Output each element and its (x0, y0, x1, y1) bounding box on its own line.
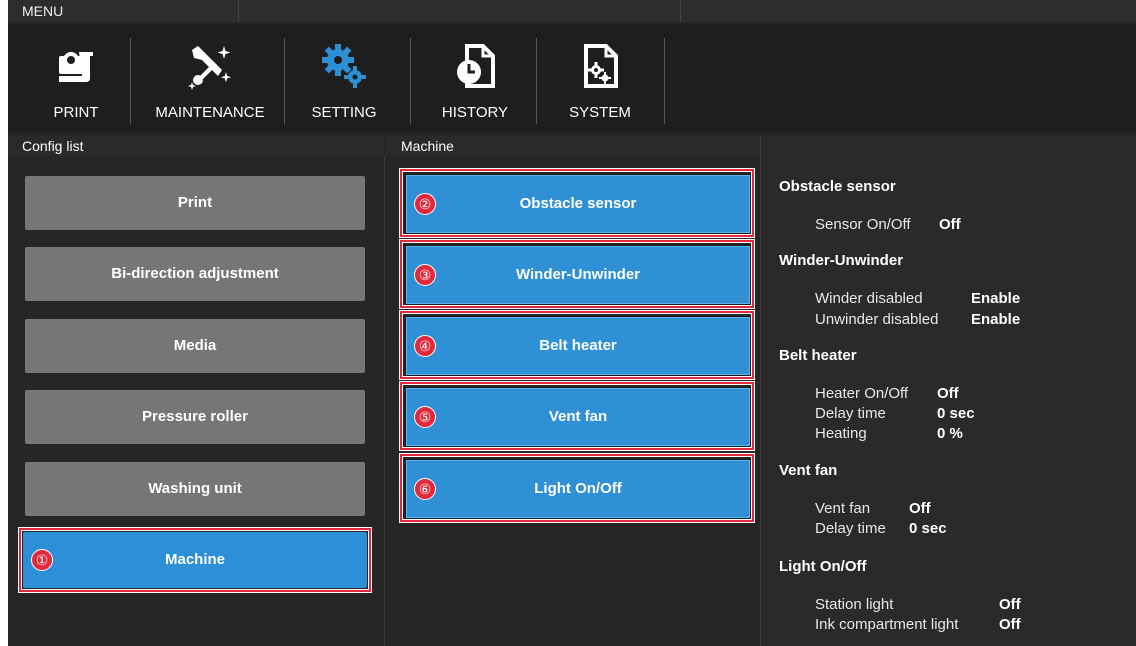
config-item-machine[interactable]: ① Machine (23, 532, 367, 588)
details-section-title: Winder-Unwinder (779, 252, 904, 269)
toolbar-print-button[interactable]: PRINT (28, 34, 124, 130)
toolbar-history-button[interactable]: HISTORY (422, 34, 528, 130)
callout-marker-3: ③ (414, 264, 436, 286)
main-toolbar: PRINT MAINTENANCE SETTING HISTORY SYSTEM (8, 24, 1136, 132)
details-section-title: Obstacle sensor (779, 178, 896, 195)
machine-item-vent-fan[interactable]: ⑤ Vent fan (405, 387, 751, 447)
details-section-title: Vent fan (779, 462, 838, 479)
machine-item-light-on-off[interactable]: ⑥ Light On/Off (405, 459, 751, 519)
callout-marker-4: ④ (414, 335, 436, 357)
app-window: MENU PRINT MAINTENANCE SETTING HISTORY S… (8, 0, 1136, 646)
config-item-print[interactable]: Print (25, 176, 365, 230)
menu-bar-divider (680, 0, 681, 22)
details-value: Off (937, 385, 959, 402)
details-key: Delay time (815, 405, 886, 422)
details-value: Enable (971, 290, 1021, 307)
details-key: Unwinder disabled (815, 311, 939, 328)
machine-item-label: Belt heater (539, 337, 617, 354)
machine-item-obstacle-sensor[interactable]: ② Obstacle sensor (405, 174, 751, 234)
menu-bar-divider (238, 0, 239, 22)
details-key: Vent fan (815, 500, 871, 517)
machine-panel: ② Obstacle sensor ③ Winder-Unwinder ④ Be… (384, 156, 761, 646)
toolbar-history-label: HISTORY (441, 104, 509, 121)
details-value: Off (999, 616, 1021, 633)
config-item-label: Washing unit (148, 480, 242, 497)
callout-marker-1: ① (31, 549, 53, 571)
machine-item-label: Winder-Unwinder (515, 266, 641, 283)
details-value: 0 % (937, 425, 963, 442)
menu-title: MENU (22, 3, 64, 19)
details-key: Station light (815, 596, 894, 613)
toolbar-divider (410, 38, 411, 124)
machine-item-label: Light On/Off (534, 480, 622, 497)
details-panel: Obstacle sensor Sensor On/Off Off Winder… (760, 136, 1136, 646)
details-value: Off (909, 500, 931, 517)
details-value: Off (939, 216, 961, 233)
tools-icon (188, 46, 232, 90)
machine-item-label: Obstacle sensor (519, 195, 637, 212)
details-section-title: Belt heater (779, 347, 857, 364)
toolbar-system-label: SYSTEM (569, 104, 631, 121)
callout-marker-2: ② (414, 193, 436, 215)
details-key: Ink compartment light (815, 616, 959, 633)
config-item-bi-direction-adjustment[interactable]: Bi-direction adjustment (25, 247, 365, 301)
callout-marker-6: ⑥ (414, 478, 436, 500)
toolbar-print-label: PRINT (53, 104, 99, 121)
gear-document-icon (584, 44, 618, 88)
machine-header: Machine (385, 136, 760, 156)
config-item-label: Bi-direction adjustment (111, 265, 279, 282)
print-roll-icon (59, 52, 93, 82)
toolbar-maintenance-button[interactable]: MAINTENANCE (142, 34, 278, 130)
toolbar-system-button[interactable]: SYSTEM (548, 34, 652, 130)
details-value: 0 sec (937, 405, 975, 422)
details-value: Off (999, 596, 1021, 613)
toolbar-divider (130, 38, 131, 124)
details-key: Heater On/Off (815, 385, 909, 402)
details-section-title: Light On/Off (779, 558, 867, 575)
menu-bar: MENU (8, 0, 1136, 22)
details-key: Sensor On/Off (815, 216, 911, 233)
clock-document-icon (457, 44, 495, 88)
config-item-label: Media (173, 337, 217, 354)
config-item-label: Machine (164, 551, 225, 568)
details-key: Delay time (815, 520, 886, 537)
config-item-pressure-roller[interactable]: Pressure roller (25, 390, 365, 444)
machine-item-belt-heater[interactable]: ④ Belt heater (405, 316, 751, 376)
callout-marker-5: ⑤ (414, 406, 436, 428)
details-key: Winder disabled (815, 290, 923, 307)
toolbar-divider (664, 38, 665, 124)
config-item-washing-unit[interactable]: Washing unit (25, 462, 365, 516)
config-item-label: Pressure roller (142, 408, 248, 425)
config-list-header: Config list (8, 136, 384, 156)
details-value: Enable (971, 311, 1021, 328)
details-key: Heating (815, 425, 867, 442)
machine-header-label: Machine (401, 138, 454, 154)
config-list-header-label: Config list (22, 138, 84, 154)
config-item-media[interactable]: Media (25, 319, 365, 373)
config-item-label: Print (177, 194, 213, 211)
gears-icon (322, 44, 366, 88)
details-value: 0 sec (909, 520, 947, 537)
config-list-panel: Print Bi-direction adjustment Media Pres… (8, 156, 384, 646)
toolbar-setting-button[interactable]: SETTING (296, 34, 392, 130)
machine-item-winder-unwinder[interactable]: ③ Winder-Unwinder (405, 245, 751, 305)
toolbar-divider (284, 38, 285, 124)
machine-item-label: Vent fan (548, 408, 608, 425)
toolbar-setting-label: SETTING (311, 104, 377, 121)
toolbar-maintenance-label: MAINTENANCE (155, 104, 265, 121)
toolbar-divider (536, 38, 537, 124)
